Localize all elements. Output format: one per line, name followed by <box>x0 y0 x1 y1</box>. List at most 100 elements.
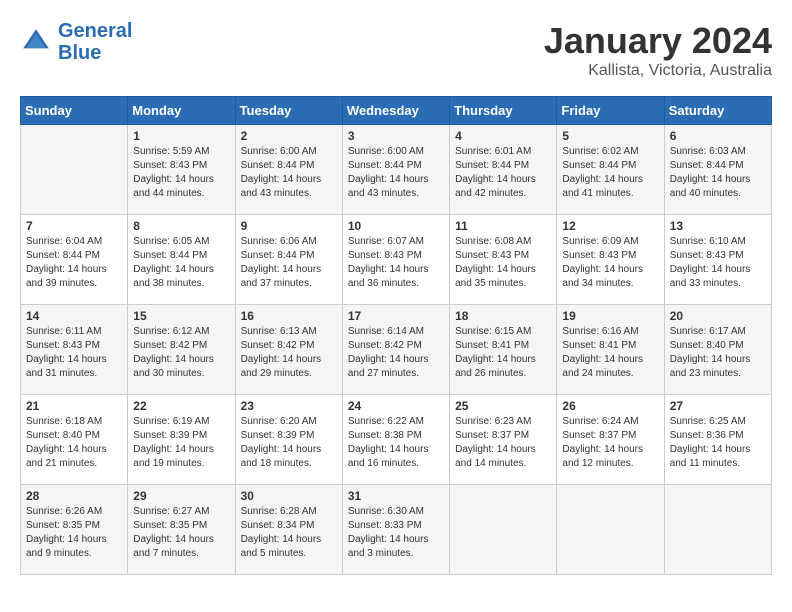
day-number: 15 <box>133 309 229 323</box>
calendar-cell <box>557 485 664 575</box>
day-info: Sunrise: 6:08 AM Sunset: 8:43 PM Dayligh… <box>455 235 551 291</box>
day-number: 2 <box>241 129 337 143</box>
calendar-cell: 1Sunrise: 5:59 AM Sunset: 8:43 PM Daylig… <box>128 125 235 215</box>
day-info: Sunrise: 6:05 AM Sunset: 8:44 PM Dayligh… <box>133 235 229 291</box>
day-info: Sunrise: 6:22 AM Sunset: 8:38 PM Dayligh… <box>348 415 444 471</box>
day-number: 31 <box>348 489 444 503</box>
day-info: Sunrise: 6:17 AM Sunset: 8:40 PM Dayligh… <box>670 325 766 381</box>
day-number: 27 <box>670 399 766 413</box>
title-section: January 2024 Kallista, Victoria, Austral… <box>544 20 772 80</box>
calendar-week-row: 21 Sunrise: 6:18 AM Sunset: 8:40 PM Dayli… <box>21 395 772 485</box>
day-number: 6 <box>670 129 766 143</box>
calendar-cell: 28 Sunrise: 6:26 AM Sunset: 8:35 PM Dayli… <box>21 485 128 575</box>
day-number: 17 <box>348 309 444 323</box>
day-number: 24 <box>348 399 444 413</box>
day-info: Sunrise: 6:27 AM Sunset: 8:35 PM Dayligh… <box>133 505 229 561</box>
day-number: 20 <box>670 309 766 323</box>
calendar-cell: 9 Sunrise: 6:06 AM Sunset: 8:44 PM Daylig… <box>235 215 342 305</box>
day-info: Sunrise: 6:04 AM Sunset: 8:44 PM Dayligh… <box>26 235 122 291</box>
calendar-week-row: 14 Sunrise: 6:11 AM Sunset: 8:43 PM Dayli… <box>21 305 772 395</box>
calendar-cell <box>450 485 557 575</box>
calendar-cell: 22 Sunrise: 6:19 AM Sunset: 8:39 PM Dayli… <box>128 395 235 485</box>
day-info: Sunrise: 6:15 AM Sunset: 8:41 PM Dayligh… <box>455 325 551 381</box>
column-header-friday: Friday <box>557 97 664 125</box>
day-number: 13 <box>670 219 766 233</box>
day-number: 14 <box>26 309 122 323</box>
day-info: Sunrise: 6:30 AM Sunset: 8:33 PM Dayligh… <box>348 505 444 561</box>
day-number: 4 <box>455 129 551 143</box>
day-info: Sunrise: 6:18 AM Sunset: 8:40 PM Dayligh… <box>26 415 122 471</box>
calendar-cell: 4 Sunrise: 6:01 AM Sunset: 8:44 PM Daylig… <box>450 125 557 215</box>
day-info: Sunrise: 5:59 AM Sunset: 8:43 PM Dayligh… <box>133 145 229 201</box>
day-info: Sunrise: 6:00 AM Sunset: 8:44 PM Dayligh… <box>241 145 337 201</box>
day-number: 9 <box>241 219 337 233</box>
page-header: General Blue January 2024 Kallista, Vict… <box>20 20 772 80</box>
calendar-cell: 31 Sunrise: 6:30 AM Sunset: 8:33 PM Dayli… <box>342 485 449 575</box>
column-header-wednesday: Wednesday <box>342 97 449 125</box>
calendar-cell: 14 Sunrise: 6:11 AM Sunset: 8:43 PM Dayli… <box>21 305 128 395</box>
calendar-cell: 13 Sunrise: 6:10 AM Sunset: 8:43 PM Dayli… <box>664 215 771 305</box>
day-number: 30 <box>241 489 337 503</box>
day-info: Sunrise: 6:19 AM Sunset: 8:39 PM Dayligh… <box>133 415 229 471</box>
calendar-cell: 19 Sunrise: 6:16 AM Sunset: 8:41 PM Dayli… <box>557 305 664 395</box>
day-info: Sunrise: 6:06 AM Sunset: 8:44 PM Dayligh… <box>241 235 337 291</box>
day-number: 5 <box>562 129 658 143</box>
day-number: 18 <box>455 309 551 323</box>
calendar-cell: 23 Sunrise: 6:20 AM Sunset: 8:39 PM Dayli… <box>235 395 342 485</box>
day-info: Sunrise: 6:20 AM Sunset: 8:39 PM Dayligh… <box>241 415 337 471</box>
day-number: 12 <box>562 219 658 233</box>
column-header-tuesday: Tuesday <box>235 97 342 125</box>
day-info: Sunrise: 6:16 AM Sunset: 8:41 PM Dayligh… <box>562 325 658 381</box>
day-info: Sunrise: 6:13 AM Sunset: 8:42 PM Dayligh… <box>241 325 337 381</box>
calendar-cell: 3 Sunrise: 6:00 AM Sunset: 8:44 PM Daylig… <box>342 125 449 215</box>
day-info: Sunrise: 6:10 AM Sunset: 8:43 PM Dayligh… <box>670 235 766 291</box>
day-number: 29 <box>133 489 229 503</box>
calendar-cell: 29 Sunrise: 6:27 AM Sunset: 8:35 PM Dayli… <box>128 485 235 575</box>
calendar-cell: 10Sunrise: 6:07 AM Sunset: 8:43 PM Dayli… <box>342 215 449 305</box>
calendar-cell: 7Sunrise: 6:04 AM Sunset: 8:44 PM Daylig… <box>21 215 128 305</box>
day-number: 22 <box>133 399 229 413</box>
column-header-sunday: Sunday <box>21 97 128 125</box>
logo-line2: Blue <box>58 42 101 64</box>
month-title: January 2024 <box>544 20 772 62</box>
calendar-table: SundayMondayTuesdayWednesdayThursdayFrid… <box>20 96 772 575</box>
day-number: 25 <box>455 399 551 413</box>
day-info: Sunrise: 6:11 AM Sunset: 8:43 PM Dayligh… <box>26 325 122 381</box>
day-info: Sunrise: 6:03 AM Sunset: 8:44 PM Dayligh… <box>670 145 766 201</box>
calendar-cell: 5Sunrise: 6:02 AM Sunset: 8:44 PM Daylig… <box>557 125 664 215</box>
day-number: 23 <box>241 399 337 413</box>
day-number: 28 <box>26 489 122 503</box>
day-info: Sunrise: 6:12 AM Sunset: 8:42 PM Dayligh… <box>133 325 229 381</box>
day-info: Sunrise: 6:00 AM Sunset: 8:44 PM Dayligh… <box>348 145 444 201</box>
calendar-cell: 26Sunrise: 6:24 AM Sunset: 8:37 PM Dayli… <box>557 395 664 485</box>
day-number: 19 <box>562 309 658 323</box>
calendar-cell: 6 Sunrise: 6:03 AM Sunset: 8:44 PM Daylig… <box>664 125 771 215</box>
calendar-cell <box>664 485 771 575</box>
calendar-cell: 27Sunrise: 6:25 AM Sunset: 8:36 PM Dayli… <box>664 395 771 485</box>
calendar-cell <box>21 125 128 215</box>
day-number: 11 <box>455 219 551 233</box>
calendar-cell: 20 Sunrise: 6:17 AM Sunset: 8:40 PM Dayli… <box>664 305 771 395</box>
calendar-cell: 11 Sunrise: 6:08 AM Sunset: 8:43 PM Dayli… <box>450 215 557 305</box>
calendar-header-row: SundayMondayTuesdayWednesdayThursdayFrid… <box>21 97 772 125</box>
day-info: Sunrise: 6:09 AM Sunset: 8:43 PM Dayligh… <box>562 235 658 291</box>
day-info: Sunrise: 6:26 AM Sunset: 8:35 PM Dayligh… <box>26 505 122 561</box>
day-info: Sunrise: 6:01 AM Sunset: 8:44 PM Dayligh… <box>455 145 551 201</box>
calendar-cell: 16Sunrise: 6:13 AM Sunset: 8:42 PM Dayli… <box>235 305 342 395</box>
day-info: Sunrise: 6:24 AM Sunset: 8:37 PM Dayligh… <box>562 415 658 471</box>
calendar-cell: 8Sunrise: 6:05 AM Sunset: 8:44 PM Daylig… <box>128 215 235 305</box>
calendar-cell: 15 Sunrise: 6:12 AM Sunset: 8:42 PM Dayli… <box>128 305 235 395</box>
logo: General Blue <box>20 20 132 64</box>
calendar-cell: 25Sunrise: 6:23 AM Sunset: 8:37 PM Dayli… <box>450 395 557 485</box>
column-header-monday: Monday <box>128 97 235 125</box>
calendar-cell: 17 Sunrise: 6:14 AM Sunset: 8:42 PM Dayli… <box>342 305 449 395</box>
day-number: 21 <box>26 399 122 413</box>
day-number: 3 <box>348 129 444 143</box>
calendar-cell: 2 Sunrise: 6:00 AM Sunset: 8:44 PM Daylig… <box>235 125 342 215</box>
day-info: Sunrise: 6:14 AM Sunset: 8:42 PM Dayligh… <box>348 325 444 381</box>
day-info: Sunrise: 6:07 AM Sunset: 8:43 PM Dayligh… <box>348 235 444 291</box>
column-header-saturday: Saturday <box>664 97 771 125</box>
calendar-cell: 21 Sunrise: 6:18 AM Sunset: 8:40 PM Dayli… <box>21 395 128 485</box>
column-header-thursday: Thursday <box>450 97 557 125</box>
location-title: Kallista, Victoria, Australia <box>544 62 772 80</box>
